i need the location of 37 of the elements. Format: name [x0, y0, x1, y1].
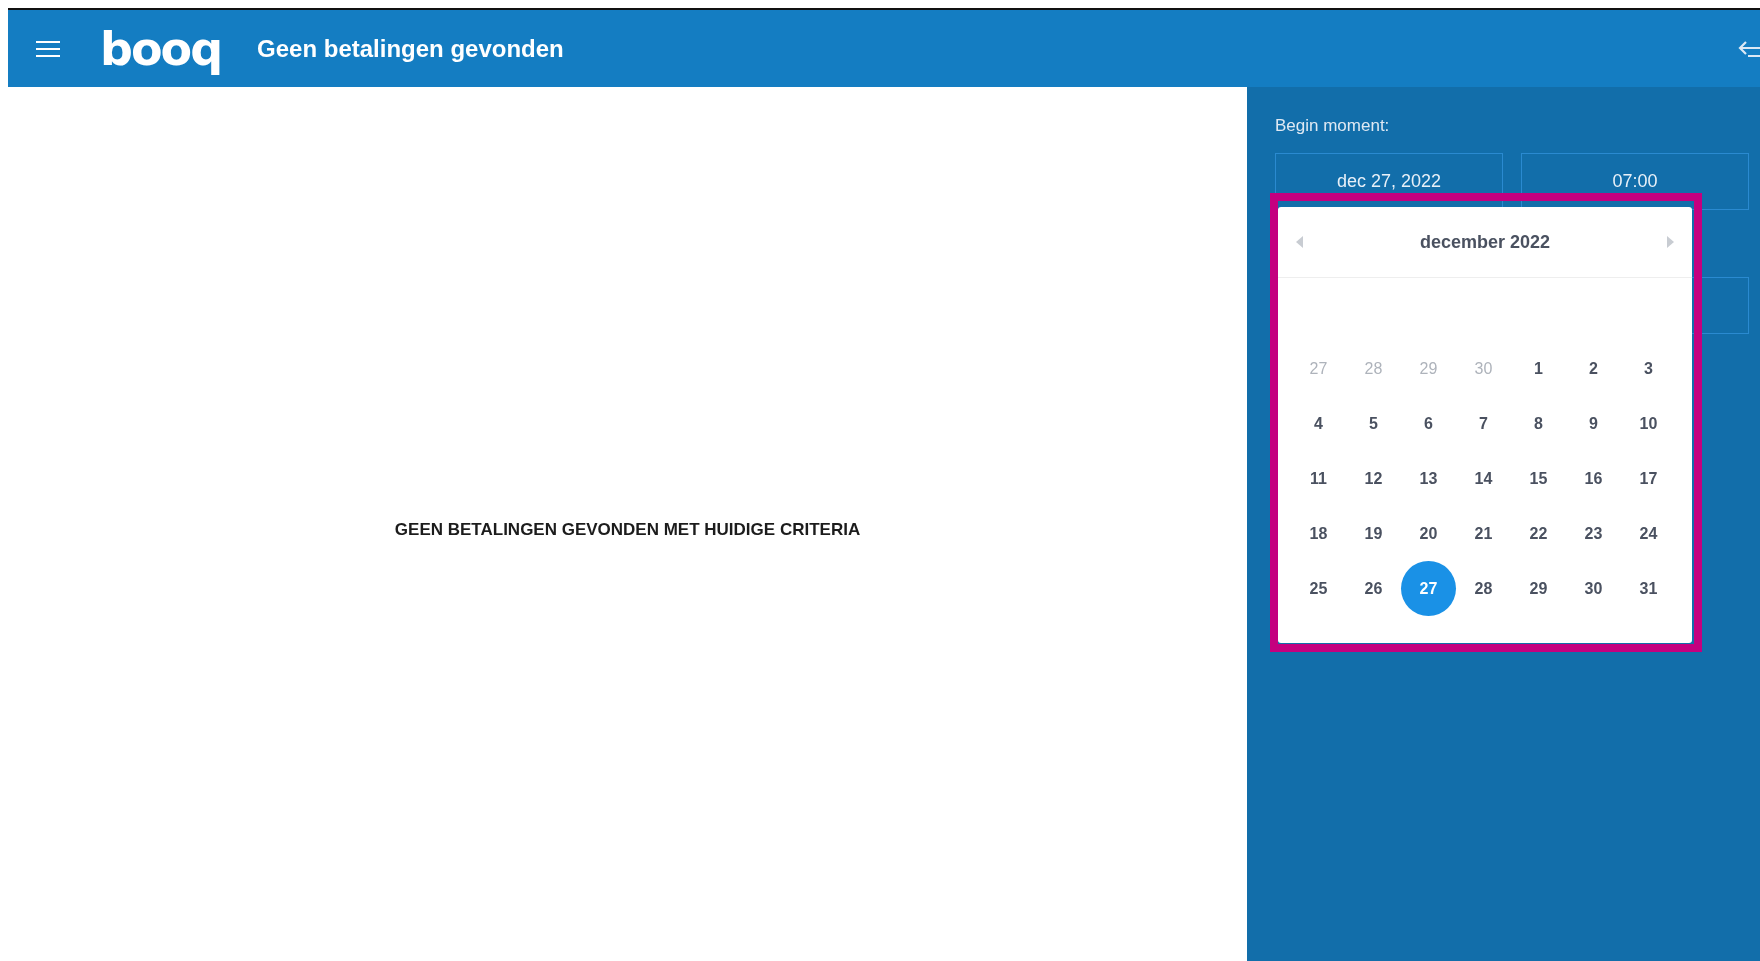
calendar-day[interactable]: 28 [1456, 561, 1511, 616]
calendar-day[interactable]: 9 [1566, 396, 1621, 451]
calendar-day[interactable]: 4 [1291, 396, 1346, 451]
date-field[interactable]: dec 27, 2022 [1275, 152, 1503, 210]
calendar-day[interactable]: 20 [1401, 506, 1456, 561]
calendar-day[interactable]: 3 [1621, 341, 1676, 396]
calendar-day[interactable]: 5 [1346, 396, 1401, 451]
calendar-day[interactable]: 15 [1511, 451, 1566, 506]
calendar-day[interactable]: 10 [1621, 396, 1676, 451]
page-title: Geen betalingen gevonden [257, 33, 564, 64]
calendar-day[interactable]: 29 [1511, 561, 1566, 616]
calendar-day[interactable]: 2 [1566, 341, 1621, 396]
calendar-day[interactable]: 31 [1621, 561, 1676, 616]
calendar-day[interactable]: 6 [1401, 396, 1456, 451]
empty-message: GEEN BETALINGEN GEVONDEN MET HUIDIGE CRITERIA [394, 519, 861, 542]
calendar-day[interactable]: 26 [1346, 561, 1401, 616]
calendar-day[interactable]: 22 [1511, 506, 1566, 561]
calendar-day[interactable]: 16 [1566, 451, 1621, 506]
calendar-day[interactable]: 14 [1456, 451, 1511, 506]
calendar-day[interactable]: 13 [1401, 451, 1456, 506]
field-label: Begin moment: [1275, 115, 1391, 137]
calendar-day[interactable]: 24 [1621, 506, 1676, 561]
month-title: december 2022 [1419, 230, 1551, 254]
calendar-day[interactable]: 23 [1566, 506, 1621, 561]
calendar-day[interactable]: 25 [1291, 561, 1346, 616]
calendar-day[interactable]: 30 [1566, 561, 1621, 616]
menu-icon[interactable] [36, 39, 60, 58]
calendar-day[interactable]: 8 [1511, 396, 1566, 451]
calendar-day[interactable]: 19 [1346, 506, 1401, 561]
calendar-day[interactable]: 7 [1456, 396, 1511, 451]
calendar-day[interactable]: 21 [1456, 506, 1511, 561]
calendar-day[interactable]: 17 [1621, 451, 1676, 506]
time-field[interactable]: 07:00 [1521, 152, 1749, 210]
calendar-day[interactable]: 12 [1346, 451, 1401, 506]
calendar-day[interactable]: 1 [1511, 341, 1566, 396]
calendar-day[interactable]: 11 [1291, 451, 1346, 506]
calendar-day[interactable]: 18 [1291, 506, 1346, 561]
